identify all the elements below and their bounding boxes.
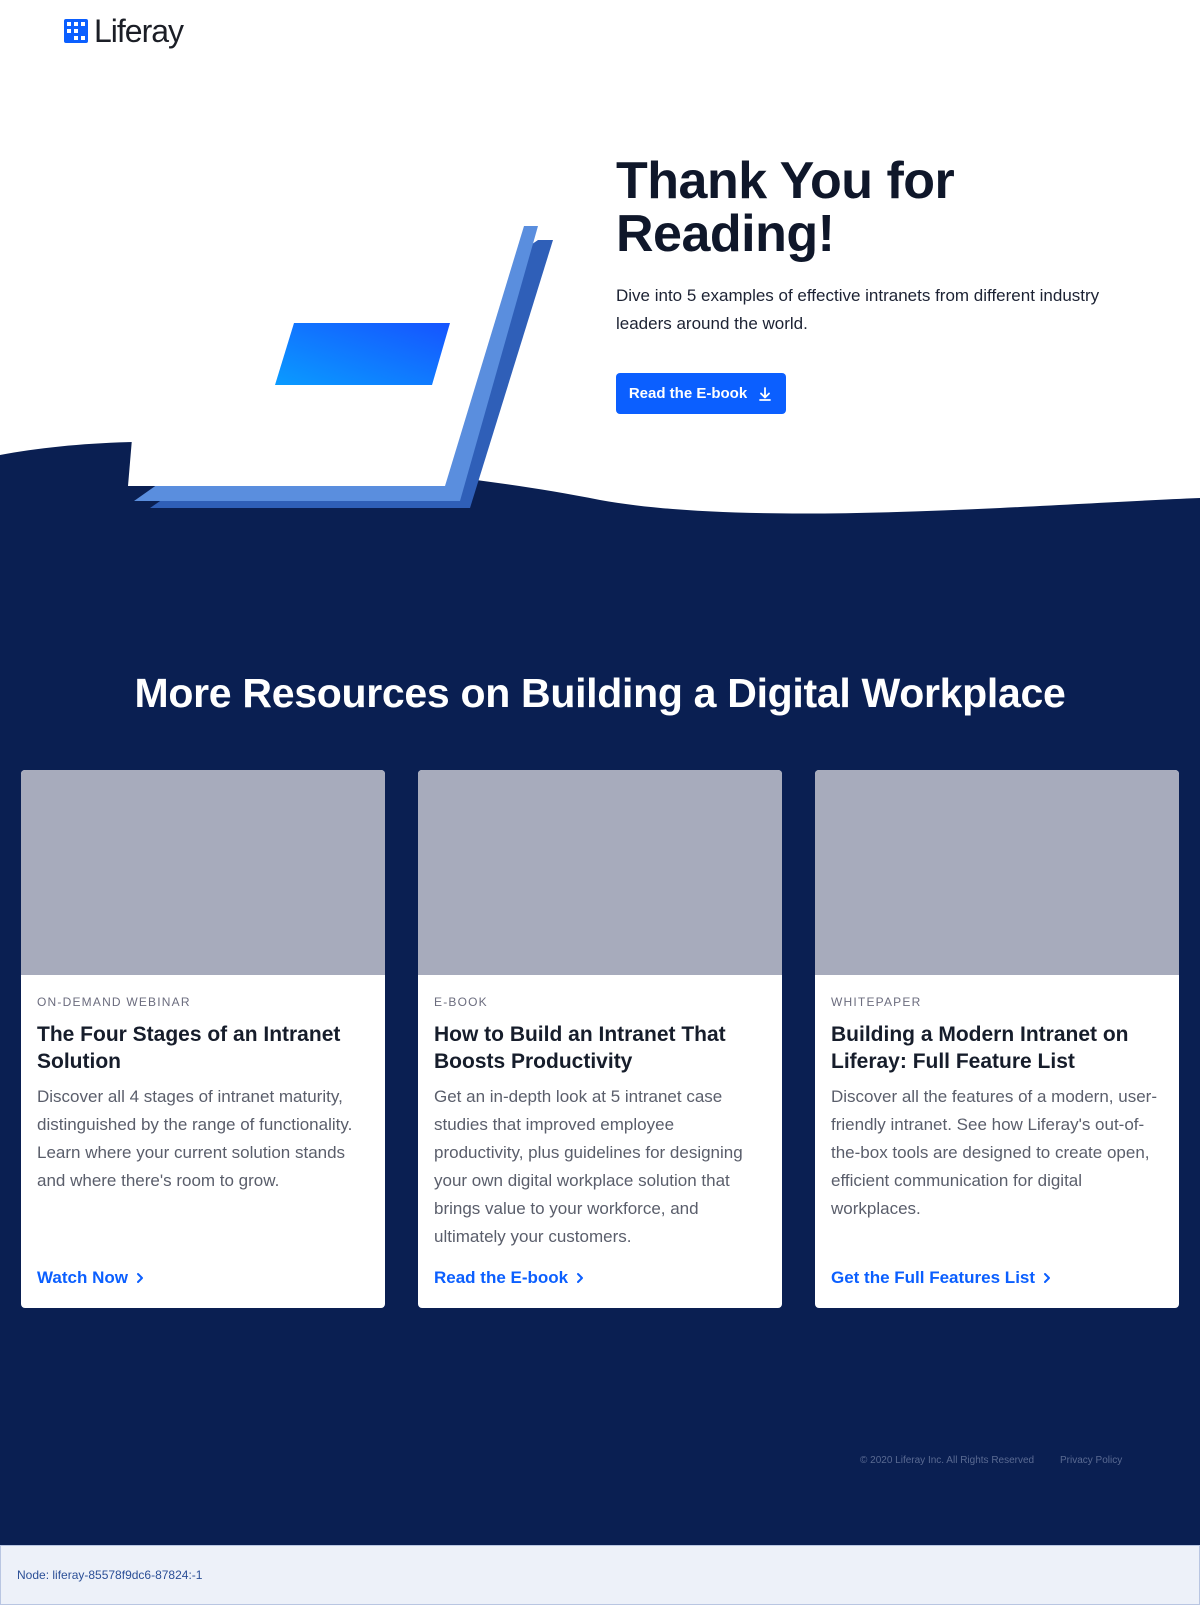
card-tag: ON-DEMAND WEBINAR: [37, 995, 191, 1009]
privacy-policy-link[interactable]: Privacy Policy: [1060, 1455, 1122, 1466]
card-description: Discover all 4 stages of intranet maturi…: [37, 1087, 353, 1190]
logo-text: Liferay: [94, 12, 184, 49]
read-ebook-button-label: Read the E-book: [628, 385, 748, 402]
resource-card-whitepaper[interactable]: WHITEPAPER Building a Modern Intranet on…: [815, 770, 1179, 1308]
node-info-bar: Node: liferay-85578f9dc6-87824:-1: [0, 1545, 1200, 1605]
card-image-placeholder: [21, 770, 385, 975]
hero-title: Thank You for Reading!: [616, 152, 955, 263]
resource-card-ebook[interactable]: E-BOOK How to Build an Intranet That Boo…: [418, 770, 782, 1308]
card-link-label: Read the E-book: [434, 1268, 569, 1287]
chevron-right-icon: [1044, 1273, 1051, 1283]
card-image-placeholder: [815, 770, 1179, 975]
hero-subtitle: Dive into 5 examples of effective intran…: [616, 286, 1100, 333]
liferay-logo-icon: [64, 19, 88, 43]
card-tag: E-BOOK: [434, 995, 488, 1009]
watch-now-link[interactable]: Watch Now: [37, 1268, 146, 1288]
document-illustration: [128, 226, 553, 508]
download-icon: [759, 386, 772, 401]
card-image-placeholder: [418, 770, 782, 975]
card-title[interactable]: How to Build an Intranet That Boosts Pro…: [434, 1021, 766, 1075]
card-title[interactable]: Building a Modern Intranet on Liferay: F…: [831, 1021, 1163, 1075]
card-description: Get an in-depth look at 5 intranet case …: [434, 1087, 743, 1246]
chevron-right-icon: [136, 1273, 143, 1283]
node-id-text: Node: liferay-85578f9dc6-87824:-1: [17, 1568, 203, 1582]
card-link-label: Get the Full Features List: [831, 1268, 1036, 1287]
card-description: Discover all the features of a modern, u…: [831, 1087, 1157, 1218]
liferay-logo[interactable]: Liferay: [64, 12, 184, 49]
card-title[interactable]: The Four Stages of an Intranet Solution: [37, 1021, 369, 1075]
get-features-list-link[interactable]: Get the Full Features List: [831, 1268, 1053, 1288]
read-ebook-button[interactable]: Read the E-book: [616, 373, 786, 414]
chevron-right-icon: [577, 1273, 584, 1283]
card-link-label: Watch Now: [37, 1268, 128, 1287]
resources-title: More Resources on Building a Digital Wor…: [134, 670, 1066, 716]
card-tag: WHITEPAPER: [831, 995, 922, 1009]
footer-copyright: © 2020 Liferay Inc. All Rights Reserved: [860, 1455, 1035, 1466]
read-ebook-link[interactable]: Read the E-book: [434, 1268, 586, 1288]
resource-card-webinar[interactable]: ON-DEMAND WEBINAR The Four Stages of an …: [21, 770, 385, 1308]
